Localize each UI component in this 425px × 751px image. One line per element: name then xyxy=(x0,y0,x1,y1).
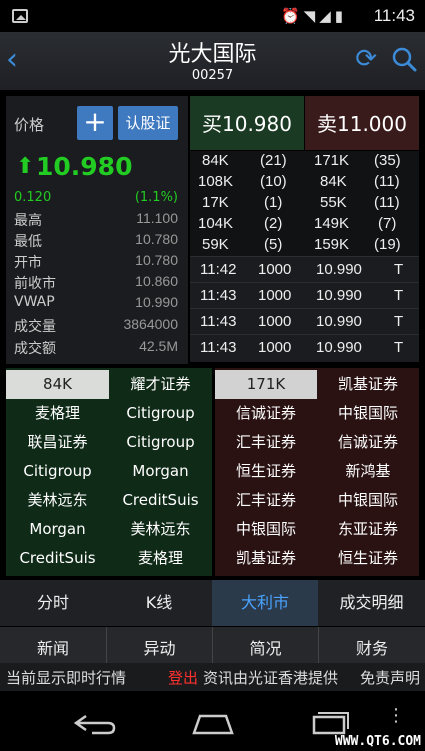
recents-nav-icon[interactable] xyxy=(310,711,350,735)
status-bar: ⏰◥◢▮ 11:43 xyxy=(0,0,425,32)
trade-row: 11:43 1000 10.990 T xyxy=(190,334,419,360)
stat-row-open: 开市 10.780 xyxy=(14,252,178,271)
tab-trade-details[interactable]: 成交明细 xyxy=(318,580,425,626)
depth-row: 108K (10) 84K (11) xyxy=(198,173,400,190)
up-arrow-icon: ⬆ xyxy=(16,154,35,179)
disclaimer-link[interactable]: 免责声明 xyxy=(360,667,420,688)
broker-row: 美林远东 CreditSuis xyxy=(27,491,199,509)
depth-row: 84K (21) 171K (35) xyxy=(202,152,401,169)
battery-icon: ▮ xyxy=(334,7,347,25)
broker-row: 中银国际 东亚证券 xyxy=(235,520,398,538)
tab-overview[interactable]: 简况 xyxy=(212,627,318,665)
depth-row: 17K (1) 55K (11) xyxy=(202,194,400,211)
secondary-tab-bar: 新闻 异动 简况 财务 xyxy=(0,627,425,665)
alarm-icon: ⏰ xyxy=(280,7,304,25)
price-label: 价格 xyxy=(14,116,45,134)
home-nav-icon[interactable] xyxy=(190,713,236,735)
trade-row: 11:42 1000 10.990 T xyxy=(190,256,419,282)
back-nav-icon[interactable] xyxy=(72,713,118,735)
broker-row: 84K 耀才证券 xyxy=(6,370,212,399)
watermark: WWW.QT6.COM xyxy=(334,734,421,749)
depth-row: 59K (5) 159K (19) xyxy=(202,236,401,253)
tab-kline[interactable]: K线 xyxy=(106,580,212,626)
tab-financials[interactable]: 财务 xyxy=(318,627,425,665)
title-bar: ‹ 光大国际 00257 ⟳ xyxy=(0,32,425,90)
broker-row: 恒生证券 新鸿基 xyxy=(235,462,391,480)
stat-row-turnover: 成交额 42.5M xyxy=(14,338,178,357)
stat-row-high: 最高 11.100 xyxy=(14,210,178,229)
trade-row: 11:43 1000 10.990 T xyxy=(190,308,419,334)
warrant-button[interactable]: 认股证 xyxy=(118,106,178,140)
data-source-text: 资讯由光证香港提供 xyxy=(203,669,339,687)
stat-row-vwap: VWAP 10.990 xyxy=(14,294,178,310)
last-price: 10.980 xyxy=(36,152,133,181)
order-book-depth: 84K (21) 171K (35) 108K (10) 84K (11) 17K (1) 55… xyxy=(190,151,419,257)
info-bar: 当前显示即时行情 登出 资讯由光证香港提供 免责声明 xyxy=(0,663,425,691)
depth-row: 104K (2) 149K (7) xyxy=(198,215,397,232)
realtime-notice: 当前显示即时行情 xyxy=(6,669,127,687)
broker-row: CreditSuis 麦格理 xyxy=(19,549,183,567)
add-watchlist-button[interactable]: + xyxy=(77,106,113,140)
system-icons: ⏰◥◢▮ xyxy=(281,7,347,25)
wifi-icon: ◥ xyxy=(303,7,320,25)
broker-row: 信诚证券 中银国际 xyxy=(235,404,398,422)
stat-row-prev-close: 前收市 10.860 xyxy=(14,273,178,292)
tab-alerts[interactable]: 异动 xyxy=(106,627,212,665)
broker-row: 凯基证券 恒生证券 xyxy=(235,549,398,567)
trade-ticker: 11:42 1000 10.990 T 11:43 1000 10.990 T 11:43 1… xyxy=(190,256,419,362)
search-icon[interactable] xyxy=(391,46,417,72)
tab-broker-queue[interactable]: 大利市 xyxy=(212,580,318,626)
bid-price-header: 买10.980 xyxy=(190,96,304,150)
price-change: 0.120 xyxy=(14,190,52,205)
tab-intraday[interactable]: 分时 xyxy=(0,580,106,626)
logout-link[interactable]: 登出 xyxy=(168,667,198,688)
broker-row: 汇丰证券 信诚证券 xyxy=(235,433,398,451)
broker-row: 171K 凯基证券 xyxy=(215,370,419,399)
tab-news[interactable]: 新闻 xyxy=(0,627,106,665)
ask-price-header: 卖11.000 xyxy=(305,96,419,150)
broker-queue-bid: 84K 耀才证券 麦格理 Citigroup 联昌证券 Citigroup Citig… xyxy=(6,368,212,576)
broker-row: 联昌证券 Citigroup xyxy=(27,433,195,451)
overflow-menu-icon[interactable]: ⋮ xyxy=(387,707,405,725)
stat-row-volume: 成交量 3864000 xyxy=(14,316,178,335)
stat-row-low: 最低 10.780 xyxy=(14,231,178,250)
quote-panel: 价格 + 认股证 ⬆ 10.980 0.120 (1.1%) 最高 11.100 … xyxy=(6,96,188,364)
refresh-icon[interactable]: ⟳ xyxy=(355,44,377,74)
broker-row: Morgan 美林远东 xyxy=(29,520,191,538)
broker-row: 麦格理 Citigroup xyxy=(34,404,195,422)
broker-row: 汇丰证券 中银国际 xyxy=(235,491,398,509)
trade-row: 11:43 1000 10.990 T xyxy=(190,282,419,308)
clock: 11:43 xyxy=(373,6,415,25)
primary-tab-bar: 分时 K线 大利市 成交明细 xyxy=(0,580,425,626)
signal-icon: ◢ xyxy=(319,7,335,25)
broker-row: Citigroup Morgan xyxy=(23,462,189,480)
system-nav-bar: ⋮ WWW.QT6.COM xyxy=(0,691,425,751)
image-notification-icon xyxy=(12,9,28,23)
price-change-pct: (1.1%) xyxy=(134,190,178,205)
broker-queue-ask: 171K 凯基证券 信诚证券 中银国际 汇丰证券 信诚证券 恒生证券 新鸿基 汇丰证券中… xyxy=(215,368,419,576)
